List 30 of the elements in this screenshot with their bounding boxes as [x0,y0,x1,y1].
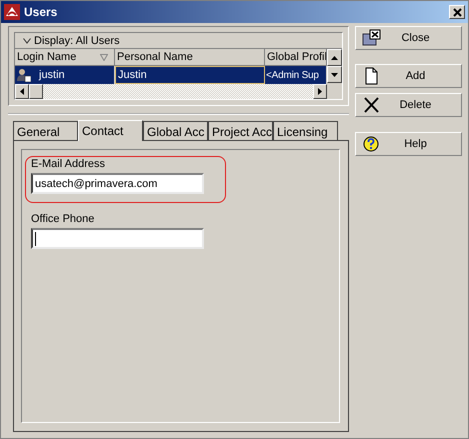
user-row[interactable]: justin Justin <Admin Sup [15,66,327,84]
arrow-left-icon [20,88,24,95]
tab[interactable]: Project Acc [208,121,273,141]
window-title: Users [24,5,58,19]
field-label: E-Mail Address [31,158,106,170]
field-label: Office Phone [31,213,96,225]
action-button[interactable]: Add [355,64,462,88]
tab[interactable]: General [13,121,78,141]
input-field[interactable] [31,228,204,249]
arrow-right-icon [318,88,322,95]
chevron-down-icon [23,38,31,44]
field-value: usatech@primavera.com [35,178,158,190]
input-field[interactable]: usatech@primavera.com [31,173,204,194]
action-button[interactable]: Help [355,132,462,156]
action-button[interactable]: Delete [355,93,462,117]
table-cell: Justin [115,66,265,84]
action-button[interactable]: Close [355,26,462,50]
window-close-icon [362,29,382,47]
display-filter[interactable]: Display: All Users [15,33,342,49]
tab[interactable]: Licensing [273,121,338,141]
arrow-down-icon [331,72,338,76]
tab[interactable]: Contact [78,120,143,141]
horizontal-scrollbar[interactable] [15,84,327,99]
tab[interactable]: Global Acc [143,121,208,141]
close-icon[interactable] [449,5,465,19]
user-icon [17,68,31,82]
app-logo-icon [4,4,20,20]
arrow-up-icon [331,56,338,60]
text-cursor [35,232,36,246]
column-header[interactable]: Personal Name [115,49,265,66]
